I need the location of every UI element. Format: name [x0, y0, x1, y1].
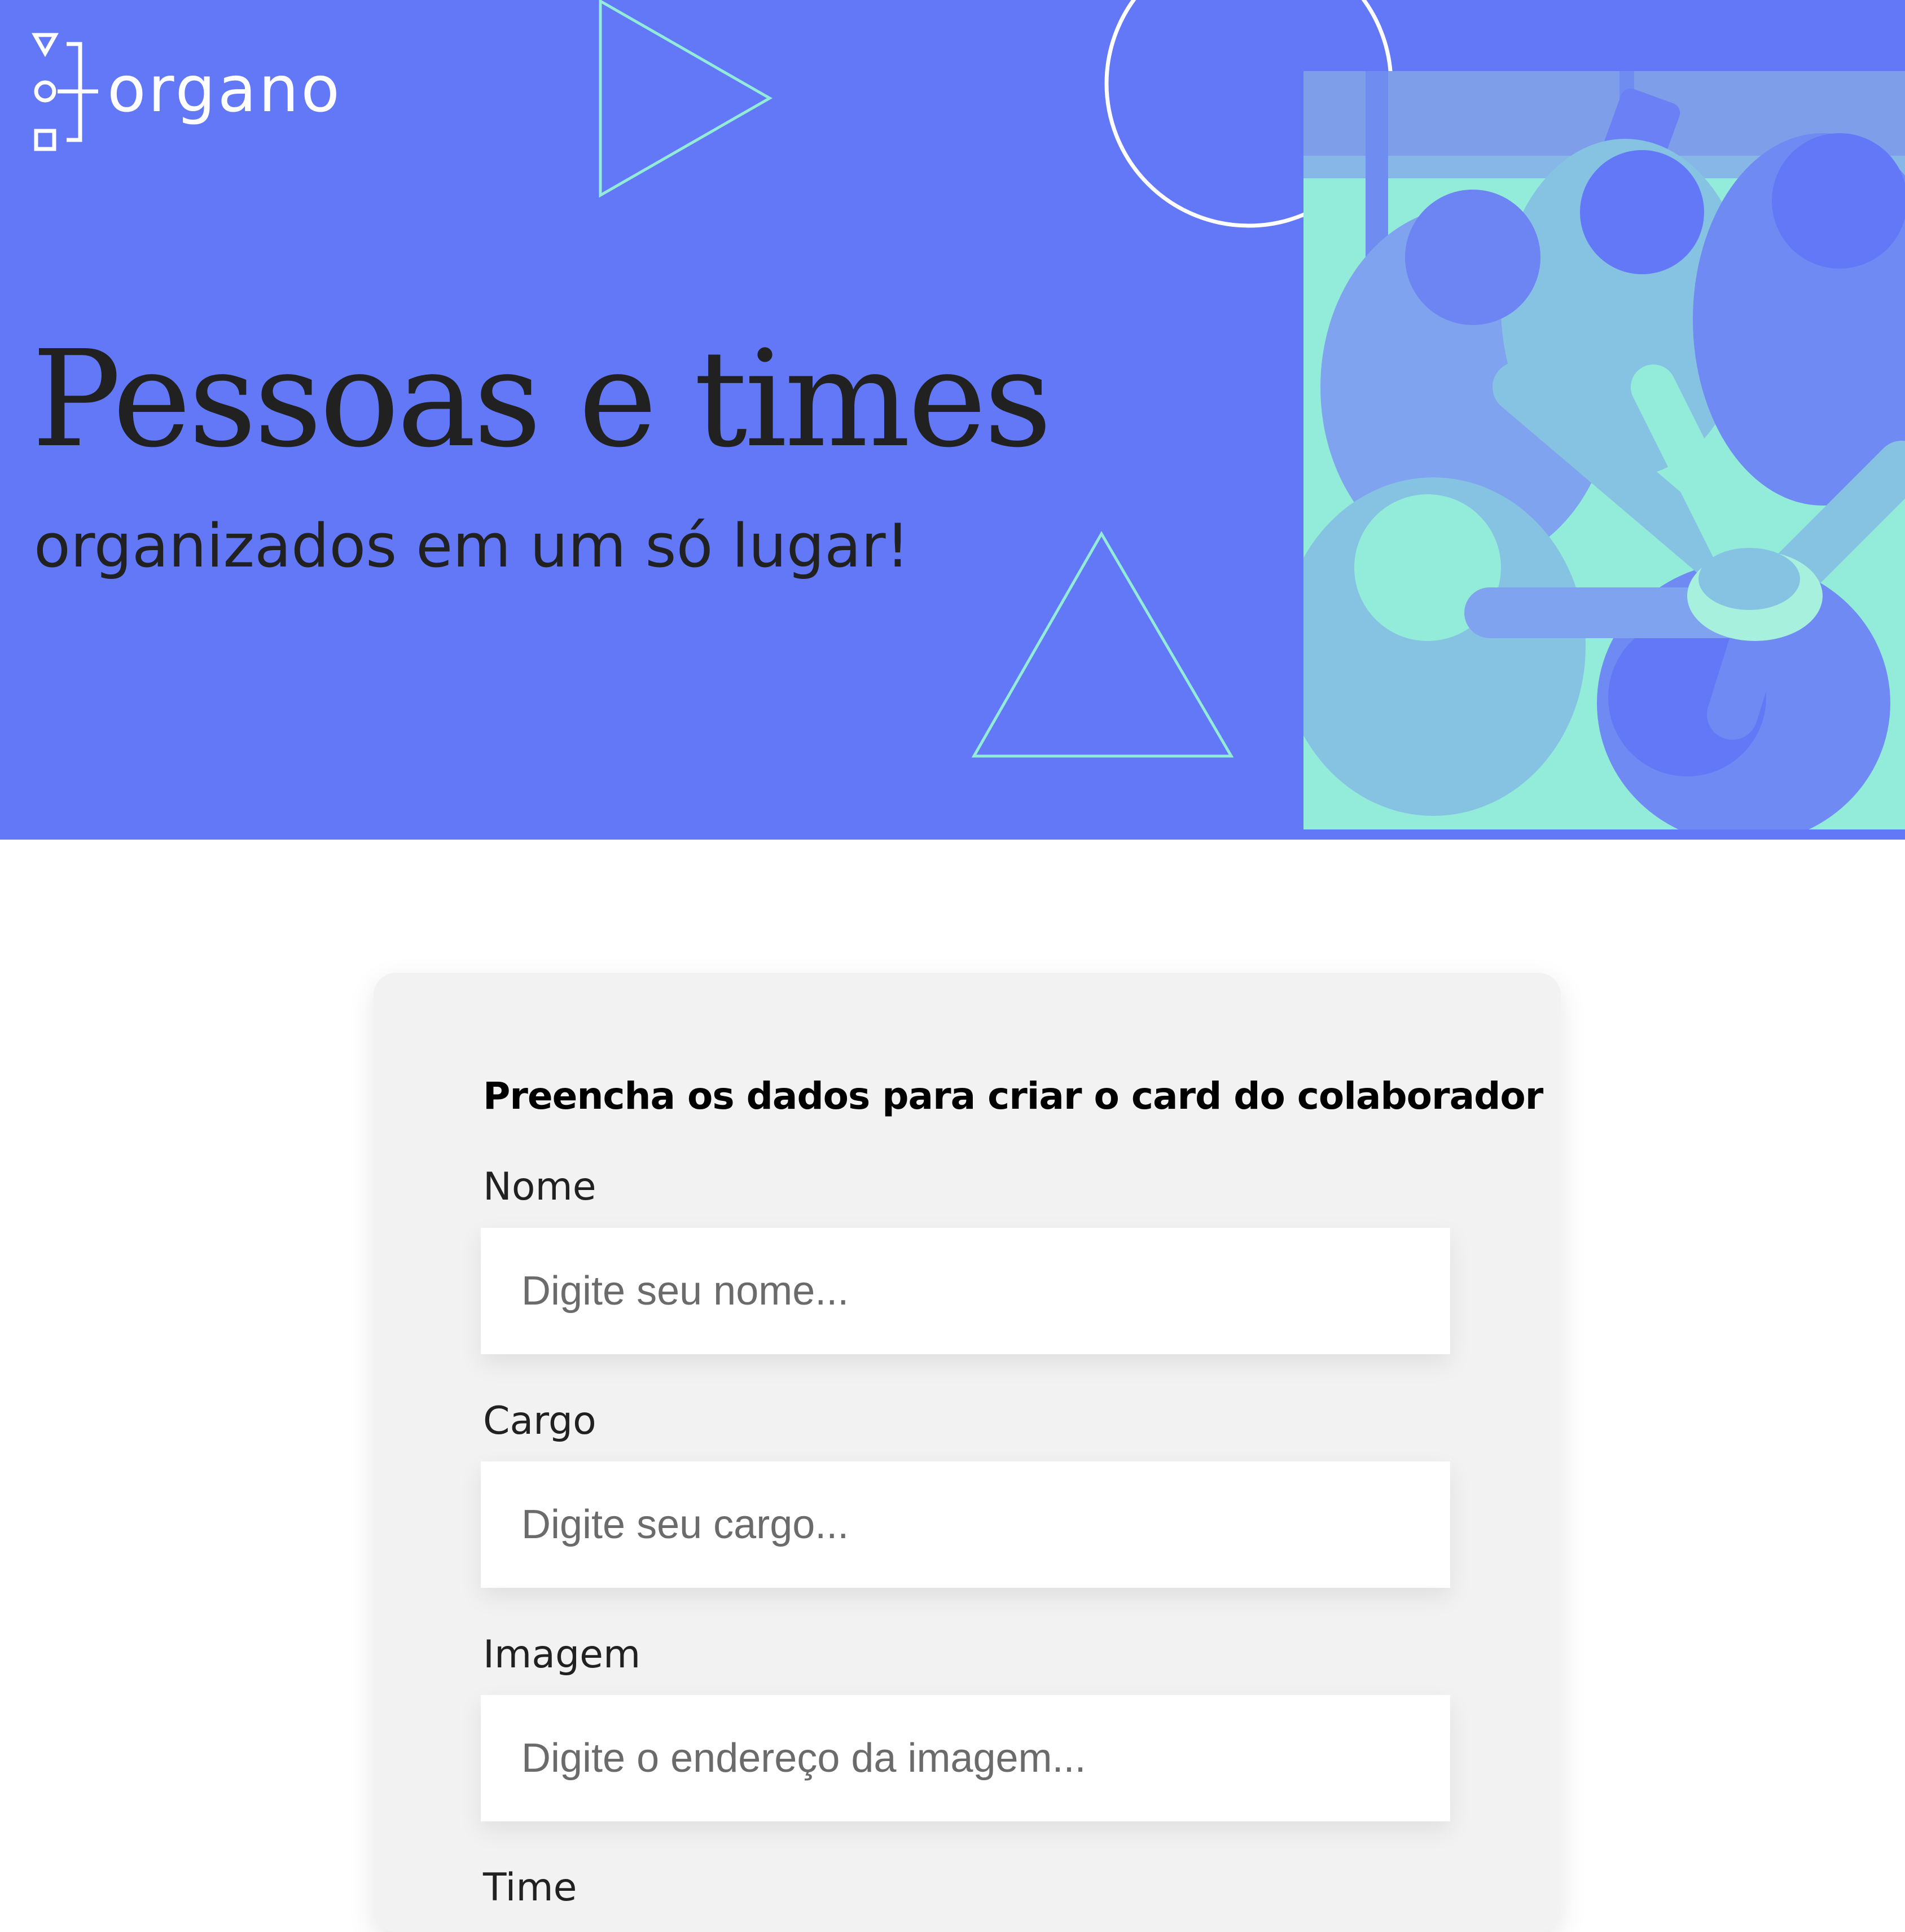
banner: organo Pessoas e times organizados em um… — [0, 0, 1905, 840]
collaborator-form: Preencha os dados para criar o card do c… — [374, 973, 1561, 1932]
play-triangle-outline — [599, 0, 773, 198]
logo[interactable]: organo — [32, 32, 342, 156]
team-hands-illustration — [1303, 71, 1905, 834]
team-photo — [1303, 71, 1905, 834]
role-input[interactable] — [481, 1461, 1450, 1588]
hero-title: Pessoas e times — [32, 322, 1052, 477]
logo-icon — [32, 33, 98, 151]
form-heading: Preencha os dados para criar o card do c… — [483, 1074, 1543, 1118]
team-label: Time — [483, 1865, 577, 1910]
hero-subtitle: organizados em um só lugar! — [34, 511, 910, 581]
up-triangle-outline — [971, 531, 1234, 758]
role-label: Cargo — [483, 1399, 596, 1443]
name-input[interactable] — [481, 1228, 1450, 1354]
logo-text: organo — [107, 53, 342, 126]
image-url-input[interactable] — [481, 1695, 1450, 1821]
image-label: Imagem — [483, 1632, 641, 1677]
name-label: Nome — [483, 1165, 596, 1209]
